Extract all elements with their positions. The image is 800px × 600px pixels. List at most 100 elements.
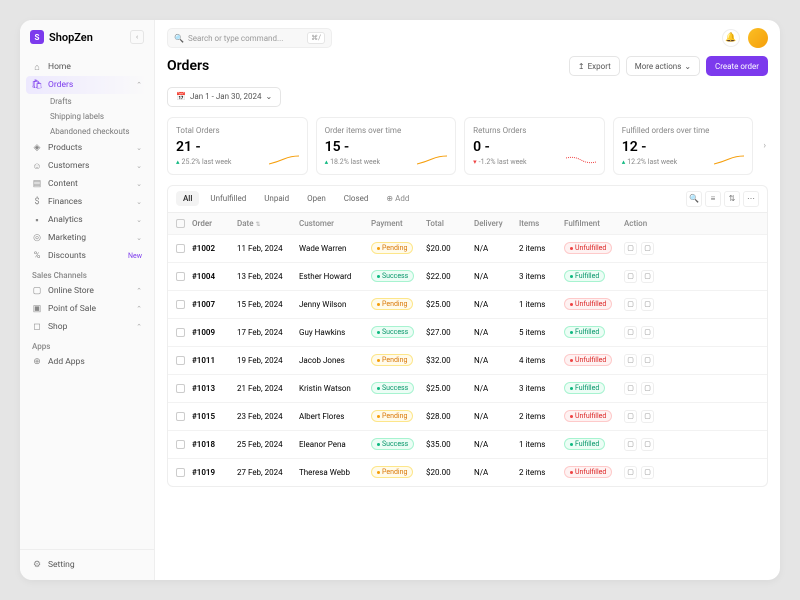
more-button[interactable]: ⋯ [743,191,759,207]
row-action-view[interactable]: ▢ [624,466,637,479]
nav-setting[interactable]: ⚙Setting [26,556,148,574]
stat-card[interactable]: Fulfilled orders over time 12 - ▴ 12.2% … [613,117,754,175]
nav-online-store[interactable]: ▢Online Store⌃ [26,282,148,300]
table-row[interactable]: #1018 25 Feb, 2024 Eleanor Pena Success … [168,430,767,458]
stat-value: 15 - [325,139,448,155]
row-action-edit[interactable]: ▢ [641,410,654,423]
table-row[interactable]: #1009 17 Feb, 2024 Guy Hawkins Success $… [168,318,767,346]
tab-unpaid[interactable]: Unpaid [257,191,296,206]
row-action-view[interactable]: ▢ [624,270,637,283]
tab-closed[interactable]: Closed [337,191,376,206]
row-action-view[interactable]: ▢ [624,382,637,395]
row-action-view[interactable]: ▢ [624,242,637,255]
row-action-edit[interactable]: ▢ [641,438,654,451]
row-checkbox[interactable] [176,468,185,477]
col-delivery[interactable]: Delivery [474,219,519,228]
row-checkbox[interactable] [176,412,185,421]
filter-button[interactable]: ≡ [705,191,721,207]
col-fulfilment[interactable]: Fulfilment [564,219,624,228]
create-order-button[interactable]: Create order [706,56,768,76]
col-customer[interactable]: Customer [299,219,371,228]
tab-all[interactable]: All [176,191,199,206]
nav-home[interactable]: ⌂Home [26,58,148,76]
stat-label: Fulfilled orders over time [622,126,745,135]
export-button[interactable]: ↥Export [569,56,620,76]
table-row[interactable]: #1002 11 Feb, 2024 Wade Warren Pending $… [168,234,767,262]
tab-open[interactable]: Open [300,191,333,206]
row-checkbox[interactable] [176,300,185,309]
nav-products[interactable]: ◈Products⌄ [26,139,148,157]
nav-customers[interactable]: ☺Customers⌄ [26,157,148,175]
row-action-view[interactable]: ▢ [624,354,637,367]
trend-up-icon: ▴ [325,158,329,166]
row-checkbox[interactable] [176,440,185,449]
row-action-view[interactable]: ▢ [624,326,637,339]
row-checkbox[interactable] [176,244,185,253]
col-total[interactable]: Total [426,219,474,228]
table-row[interactable]: #1011 19 Feb, 2024 Jacob Jones Pending $… [168,346,767,374]
table-row[interactable]: #1004 13 Feb, 2024 Esther Howard Success… [168,262,767,290]
logo: S ShopZen ‹ [20,20,154,54]
nav-analytics[interactable]: ▪Analytics⌄ [26,211,148,229]
stats-next-button[interactable]: › [761,141,768,151]
stat-card[interactable]: Total Orders 21 - ▴ 25.2% last week [167,117,308,175]
cell-delivery: N/A [474,412,519,421]
table-row[interactable]: #1015 23 Feb, 2024 Albert Flores Pending… [168,402,767,430]
date-range-picker[interactable]: 📅 Jan 1 - Jan 30, 2024 ⌄ [167,87,281,107]
nav-add-apps[interactable]: ⊕Add Apps [26,353,148,371]
main-content: 🔍 Search or type command... ⌘/ 🔔 Orders … [155,20,780,580]
nav-finances[interactable]: $Finances⌄ [26,193,148,211]
row-action-edit[interactable]: ▢ [641,242,654,255]
user-avatar[interactable] [748,28,768,48]
nav-marketing[interactable]: ◎Marketing⌄ [26,229,148,247]
tab-add[interactable]: ⊕Add [379,191,416,206]
filter-icon: ≡ [711,194,716,203]
search-input[interactable]: 🔍 Search or type command... ⌘/ [167,28,332,48]
col-payment[interactable]: Payment [371,219,426,228]
row-action-view[interactable]: ▢ [624,410,637,423]
row-action-view[interactable]: ▢ [624,438,637,451]
row-action-edit[interactable]: ▢ [641,382,654,395]
cell-date: 15 Feb, 2024 [237,300,299,309]
select-all-checkbox[interactable] [176,219,185,228]
row-checkbox[interactable] [176,272,185,281]
row-action-view[interactable]: ▢ [624,298,637,311]
nav-pos[interactable]: ▣Point of Sale⌃ [26,300,148,318]
chevron-up-icon: ⌃ [136,323,142,331]
nav-discounts[interactable]: %DiscountsNew [26,247,148,265]
stat-card[interactable]: Order items over time 15 - ▴ 18.2% last … [316,117,457,175]
table-row[interactable]: #1013 21 Feb, 2024 Kristin Watson Succes… [168,374,767,402]
col-order[interactable]: Order [192,219,237,228]
row-checkbox[interactable] [176,356,185,365]
nav-orders[interactable]: 🛍Orders⌃ [26,76,148,94]
cell-customer: Esther Howard [299,272,371,281]
row-checkbox[interactable] [176,384,185,393]
sort-button[interactable]: ⇅ [724,191,740,207]
nav-shipping-labels[interactable]: Shipping labels [44,109,148,124]
row-action-edit[interactable]: ▢ [641,466,654,479]
row-action-edit[interactable]: ▢ [641,270,654,283]
col-items[interactable]: Items [519,219,564,228]
cell-total: $20.00 [426,468,474,477]
more-actions-button[interactable]: More actions⌄ [626,56,700,76]
search-table-button[interactable]: 🔍 [686,191,702,207]
collapse-sidebar-button[interactable]: ‹ [130,30,144,44]
cell-order-id: #1007 [192,300,237,309]
col-date[interactable]: Date⇅ [237,219,299,228]
row-checkbox[interactable] [176,328,185,337]
row-action-edit[interactable]: ▢ [641,326,654,339]
row-action-edit[interactable]: ▢ [641,354,654,367]
nav-shop[interactable]: ◻Shop⌃ [26,318,148,336]
nav-drafts[interactable]: Drafts [44,94,148,109]
table-row[interactable]: #1007 15 Feb, 2024 Jenny Wilson Pending … [168,290,767,318]
chevron-down-icon: ⌄ [136,144,142,152]
nav-content[interactable]: ▤Content⌄ [26,175,148,193]
nav-abandoned-checkouts[interactable]: Abandoned checkouts [44,124,148,139]
stat-card[interactable]: Returns Orders 0 - ▾ -1.2% last week [464,117,605,175]
row-action-edit[interactable]: ▢ [641,298,654,311]
plus-icon: ⊕ [386,194,393,203]
notifications-button[interactable]: 🔔 [722,29,740,47]
tab-unfulfilled[interactable]: Unfulfilled [203,191,253,206]
table-row[interactable]: #1019 27 Feb, 2024 Theresa Webb Pending … [168,458,767,486]
cell-total: $20.00 [426,244,474,253]
